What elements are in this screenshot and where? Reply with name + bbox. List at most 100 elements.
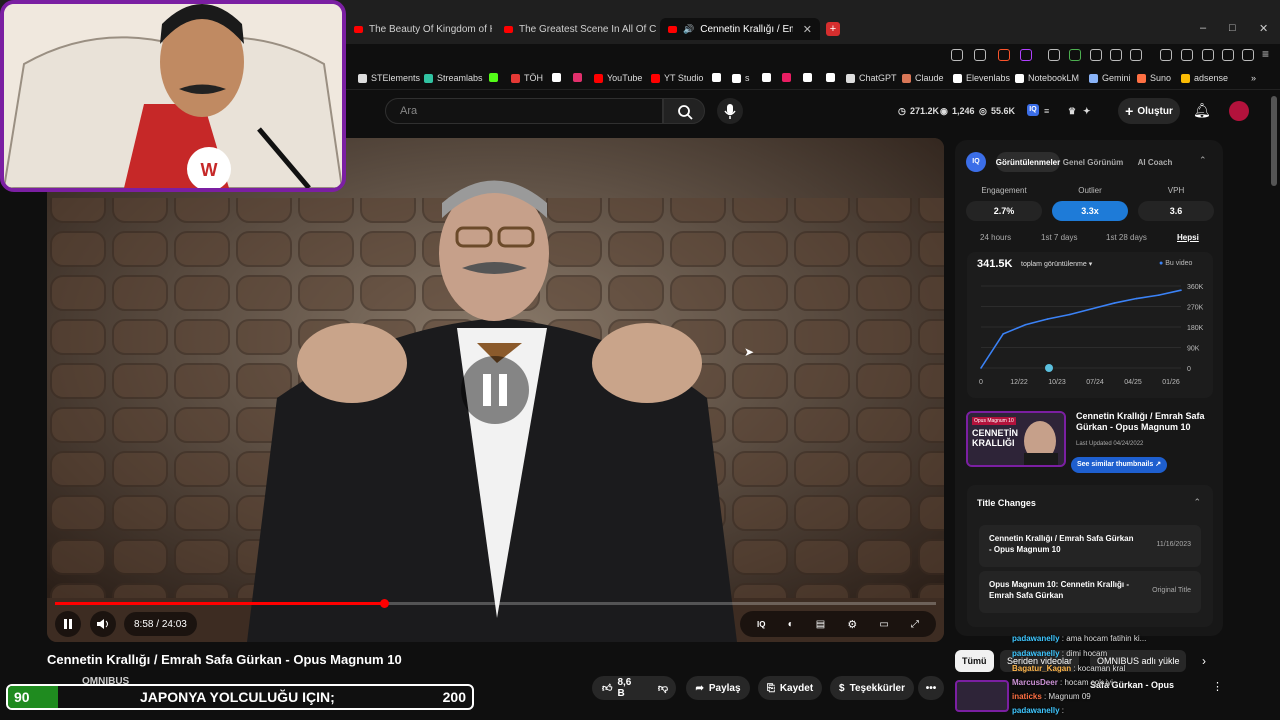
avatar[interactable] xyxy=(1229,101,1249,121)
dislike-button[interactable]: 👎︎ xyxy=(650,676,676,700)
tab-kingdom-of-heaven[interactable]: The Beauty Of Kingdom of Heaven - xyxy=(346,18,492,40)
bookmark-item[interactable] xyxy=(782,73,795,82)
bookmark-item[interactable]: STElements xyxy=(358,73,420,83)
vidiq-icon[interactable]: IQ xyxy=(1027,104,1039,116)
range-28d[interactable]: 1st 28 days xyxy=(1106,233,1147,242)
side-video-menu-icon[interactable]: ⋮ xyxy=(1212,680,1223,693)
bookmark-item[interactable]: YT Studio xyxy=(651,73,703,83)
fullscreen-icon[interactable]: ⤢ xyxy=(911,619,919,630)
x-tick-label: 01/26 xyxy=(1162,379,1180,386)
extension-icon[interactable] xyxy=(1130,49,1142,61)
more-bookmarks-icon[interactable]: » xyxy=(1251,73,1256,83)
autoplay-toggle-icon[interactable]: ◐ xyxy=(788,619,794,630)
sidebar-icon[interactable] xyxy=(1181,49,1193,61)
upload-marker-icon[interactable] xyxy=(1045,364,1053,372)
pause-icon xyxy=(64,619,72,629)
create-button[interactable]: + Oluştur xyxy=(1118,98,1180,124)
range-24h[interactable]: 24 hours xyxy=(980,233,1011,242)
puzzle-icon[interactable] xyxy=(1110,49,1122,61)
brave-shield-icon[interactable] xyxy=(998,49,1010,61)
collapse-chevron-icon[interactable]: ⌃ xyxy=(1199,155,1207,166)
maximize-button[interactable]: □ xyxy=(1229,22,1236,34)
bookmark-item[interactable]: Streamlabs xyxy=(424,73,483,83)
menu-icon[interactable]: ≡ xyxy=(1262,47,1274,61)
bookmark-label: Suno xyxy=(1150,73,1172,83)
close-tab-icon[interactable]: ✕ xyxy=(803,23,812,36)
extension-icon[interactable] xyxy=(1090,49,1102,61)
trophy-icon[interactable]: ♛ xyxy=(1068,106,1076,117)
collapse-chevron-icon[interactable]: ⌃ xyxy=(1193,497,1201,508)
sparkle-icon[interactable]: ✦ xyxy=(1083,106,1091,117)
page-scrollbar[interactable] xyxy=(1271,96,1277,186)
close-window-button[interactable]: ✕ xyxy=(1259,22,1268,35)
minimize-button[interactable]: – xyxy=(1200,22,1206,34)
ai-icon[interactable] xyxy=(1222,49,1234,61)
vidiq-player-icon[interactable]: IQ xyxy=(757,620,765,629)
music-icon[interactable] xyxy=(1160,49,1172,61)
tab-ai-coach[interactable]: AI Coach xyxy=(1126,152,1184,172)
volume-button[interactable] xyxy=(90,611,116,637)
tab-greatest-scene[interactable]: The Greatest Scene In All Of Cinema xyxy=(496,18,656,40)
progress-scrubber[interactable] xyxy=(379,599,389,608)
bookmark-favicon-icon xyxy=(358,73,367,83)
tab-views[interactable]: Görüntülenmeler xyxy=(996,152,1060,172)
chevron-right-icon[interactable]: › xyxy=(1202,654,1206,668)
thanks-button[interactable]: $ Teşekkürler xyxy=(830,676,914,700)
video-player[interactable]: ➤ xyxy=(47,138,944,642)
save-button[interactable]: ⎘ Kaydet xyxy=(758,676,822,700)
extension-icon[interactable] xyxy=(1048,49,1060,61)
search-button[interactable] xyxy=(663,98,705,124)
share-arrow-icon: ➦ xyxy=(695,682,704,694)
center-pause-button[interactable] xyxy=(461,356,529,424)
similar-thumbnail[interactable]: Opus Magnum 10 CENNETİN KRALLIĞI xyxy=(966,411,1066,467)
bookmark-item[interactable] xyxy=(712,73,725,82)
bookmark-item[interactable]: Elevenlabs xyxy=(953,73,1010,83)
brave-rewards-icon[interactable] xyxy=(1020,49,1032,61)
subscribers-stat: 55.6K xyxy=(991,106,1016,116)
tab-overview[interactable]: Genel Görünüm xyxy=(1062,152,1124,172)
like-button[interactable]: 👍︎ 8,6 B xyxy=(592,676,650,700)
legend: ● Bu video xyxy=(1159,260,1192,267)
bookmark-item[interactable]: Gemini xyxy=(1089,73,1131,83)
tab-cennetin-kralligi[interactable]: 🔊 Cennetin Krallığı / Emrah Safa ✕ xyxy=(660,18,820,40)
bookmark-item[interactable]: ChatGPT xyxy=(846,73,897,83)
chip-all[interactable]: Tümü xyxy=(955,650,994,672)
share-button[interactable]: ➦ Paylaş xyxy=(686,676,750,700)
new-tab-button[interactable]: + xyxy=(826,22,840,36)
x-tick-label: 10/23 xyxy=(1048,379,1066,386)
range-7d[interactable]: 1st 7 days xyxy=(1041,233,1077,242)
see-similar-thumbnails-button[interactable]: See similar thumbnails ↗ xyxy=(1071,457,1168,473)
subtitles-icon[interactable]: ▤ xyxy=(816,619,825,630)
pause-button[interactable] xyxy=(55,611,81,637)
bookmark-item[interactable]: adsense xyxy=(1181,73,1228,83)
bookmark-item[interactable] xyxy=(826,73,839,82)
bookmark-item[interactable]: NotebookLM xyxy=(1015,73,1079,83)
wallet-icon[interactable] xyxy=(1202,49,1214,61)
bookmark-item[interactable]: Claude xyxy=(902,73,944,83)
side-video-thumbnail[interactable] xyxy=(955,680,1009,712)
thumb-tag: Opus Magnum 10 xyxy=(972,417,1016,425)
bookmark-item[interactable]: TÖH xyxy=(511,73,543,83)
bookmark-item[interactable]: Suno xyxy=(1137,73,1171,83)
list-icon[interactable]: ≡ xyxy=(1044,106,1049,116)
voice-search-button[interactable] xyxy=(717,98,743,124)
bookmark-item[interactable] xyxy=(573,73,586,82)
vpn-icon[interactable] xyxy=(1242,49,1254,61)
notification-bell-icon[interactable]: 🔔︎ xyxy=(1193,102,1211,119)
bookmark-item[interactable] xyxy=(552,73,565,82)
extension-icon[interactable] xyxy=(1069,49,1081,61)
theater-mode-icon[interactable]: ▭ xyxy=(879,619,888,630)
bookmark-item[interactable] xyxy=(762,73,775,82)
more-actions-button[interactable]: ••• xyxy=(918,676,944,700)
bookmark-item[interactable]: YouTube xyxy=(594,73,642,83)
bookmark-item[interactable]: s xyxy=(732,73,750,83)
settings-gear-icon[interactable]: ⚙ xyxy=(847,618,857,631)
install-icon[interactable] xyxy=(951,49,963,61)
bookmark-item[interactable] xyxy=(803,73,816,82)
views-dropdown[interactable]: toplam görüntülenme ▾ xyxy=(1021,260,1092,268)
bookmark-favicon-icon xyxy=(762,73,771,82)
share-icon[interactable] xyxy=(974,49,986,61)
bookmark-item[interactable] xyxy=(489,73,502,82)
search-input[interactable]: Ara xyxy=(385,98,663,124)
range-all[interactable]: Hepsi xyxy=(1177,233,1199,242)
